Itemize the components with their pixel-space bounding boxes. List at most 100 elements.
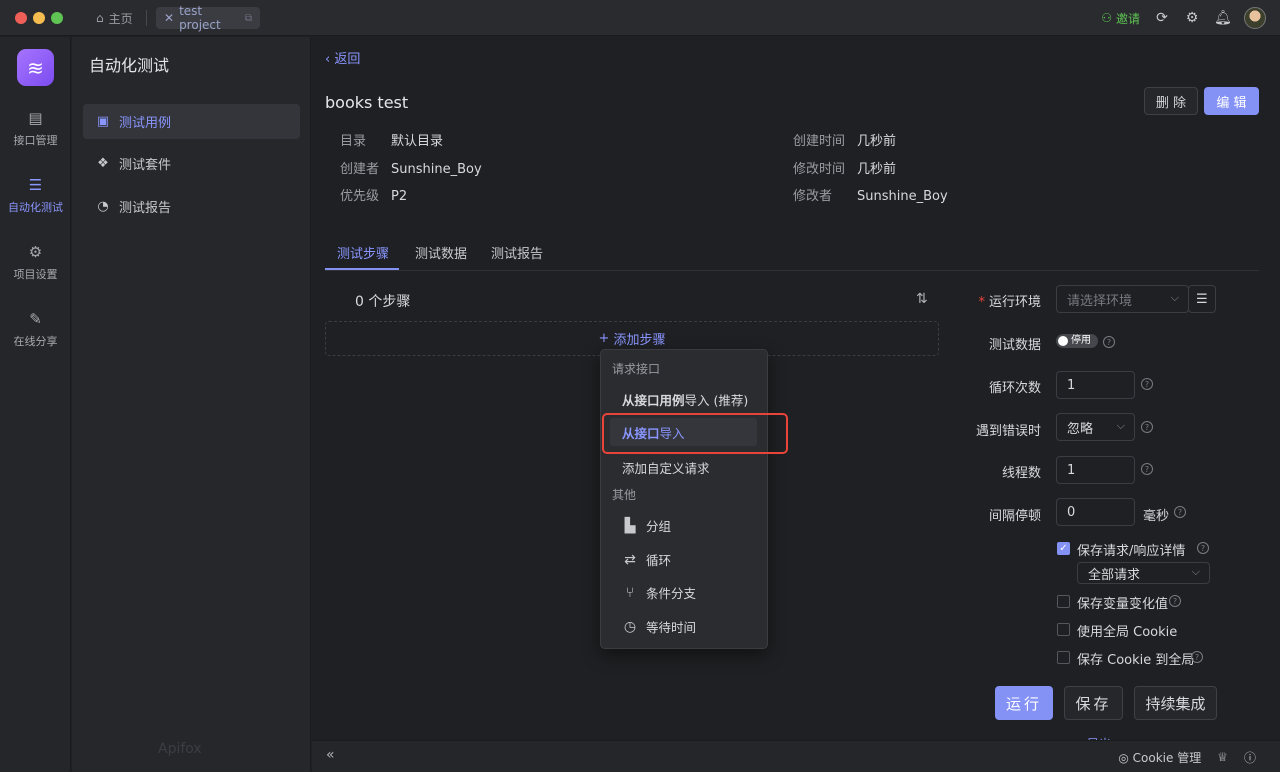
save-button[interactable]: 保存	[1064, 686, 1123, 720]
loop-label: 循环次数	[988, 381, 1041, 396]
env-select-value: 请选择环境	[1067, 293, 1133, 309]
menu-icon: ☰	[1196, 291, 1208, 307]
global-cookie-checkbox[interactable]	[1057, 623, 1070, 636]
minimize-window-button[interactable]	[33, 12, 45, 24]
test-data-toggle[interactable]: 停用	[1056, 334, 1098, 348]
maximize-window-button[interactable]	[51, 12, 63, 24]
menu-item-group[interactable]: ▙ 分组	[622, 516, 671, 535]
sync-icon[interactable]: ⟳	[1154, 10, 1170, 26]
menu-group-request: 请求接口	[612, 362, 661, 376]
help-icon[interactable]: ?	[1141, 463, 1153, 475]
sidebar-item-test-cases[interactable]: ▣ 测试用例	[83, 104, 300, 139]
shirt-icon[interactable]: ♕	[1217, 750, 1228, 764]
save-var-label: 保存变量变化值	[1077, 597, 1169, 612]
ci-button[interactable]: 持续集成	[1134, 686, 1217, 720]
help-icon[interactable]: ?	[1141, 378, 1153, 390]
sidebar-title: 自动化测试	[89, 56, 170, 75]
error-label: 遇到错误时	[975, 424, 1041, 439]
env-select[interactable]: 请选择环境 ⌵	[1056, 285, 1189, 313]
rail-item-project-settings[interactable]: ⚙ 项目设置	[0, 243, 71, 282]
tab-home[interactable]: ⌂ 主页	[88, 7, 141, 29]
close-window-button[interactable]	[15, 12, 27, 24]
sidebar-item-label: 测试套件	[119, 158, 172, 173]
gear-icon[interactable]: ⚙	[1184, 10, 1200, 26]
rail-item-automation[interactable]: ☰ 自动化测试	[0, 176, 71, 215]
menu-item-import-from-case[interactable]: 从接口用例导入 (推荐)	[622, 390, 748, 409]
menu-item-condition[interactable]: ⑂ 条件分支	[622, 583, 696, 602]
chevron-left-icon: ‹	[325, 52, 335, 67]
save-detail-checkbox[interactable]: ✓	[1057, 542, 1070, 555]
error-handling-select[interactable]: 忽略 ⌵	[1056, 413, 1135, 441]
steps-count: 0 个步骤	[355, 294, 411, 310]
help-circle-icon[interactable]: ⓘ	[1244, 749, 1256, 766]
edit-button[interactable]: 编 辑	[1204, 87, 1259, 115]
help-icon[interactable]: ?	[1191, 651, 1203, 663]
cookie-manager-button[interactable]: ◎ Cookie 管理	[1118, 749, 1201, 766]
chevron-down-icon: ⌵	[1191, 565, 1200, 578]
meta-key: 目录	[340, 134, 367, 149]
save-detail-select[interactable]: 全部请求 ⌵	[1077, 562, 1210, 584]
help-icon[interactable]: ?	[1169, 595, 1181, 607]
api-icon: ▤	[28, 109, 43, 127]
menu-item-loop[interactable]: ⇄ 循环	[622, 550, 671, 569]
save-var-checkbox[interactable]	[1057, 595, 1070, 608]
save-cookie-checkbox[interactable]	[1057, 651, 1070, 664]
interval-unit: 毫秒	[1143, 509, 1170, 524]
meta-creator: 创建者 Sunshine_Boy	[340, 158, 482, 177]
rail-item-label: 在线分享	[13, 335, 58, 348]
menu-item-text: 等待时间	[646, 620, 697, 635]
invite-button[interactable]: ⚇ 邀请	[1101, 10, 1140, 27]
page-title: books test	[325, 93, 409, 112]
avatar[interactable]	[1244, 7, 1266, 29]
save-detail-label: 保存请求/响应详情	[1077, 544, 1186, 559]
meta-value: Sunshine_Boy	[391, 162, 482, 177]
pie-chart-icon: ◔	[97, 199, 109, 214]
help-icon[interactable]: ?	[1197, 542, 1209, 554]
active-tab-indicator	[325, 268, 399, 270]
external-link-icon[interactable]: ⧉	[245, 13, 252, 24]
interval-input[interactable]: 0	[1056, 498, 1135, 526]
app-logo-icon[interactable]: ≋	[17, 49, 54, 86]
chevron-down-icon: ⌵	[1170, 291, 1179, 304]
tab-test-reports[interactable]: 测试报告	[491, 243, 543, 262]
run-button[interactable]: 运行	[995, 686, 1053, 720]
menu-item-custom-request[interactable]: 添加自定义请求	[622, 458, 710, 477]
menu-item-wait[interactable]: ◷ 等待时间	[622, 617, 696, 636]
tab-test-steps[interactable]: 测试步骤	[337, 243, 389, 262]
help-icon[interactable]: ?	[1103, 336, 1115, 348]
interval-value: 0	[1067, 504, 1076, 520]
threads-label: 线程数	[1001, 466, 1041, 481]
sidebar-item-test-reports[interactable]: ◔ 测试报告	[83, 189, 300, 224]
error-handling-value: 忽略	[1067, 421, 1094, 437]
home-icon: ⌂	[96, 11, 104, 25]
close-tab-icon[interactable]: ✕	[164, 11, 174, 25]
back-link[interactable]: ‹ 返回	[325, 48, 360, 67]
loop-count-value: 1	[1067, 377, 1076, 393]
threads-input[interactable]: 1	[1056, 456, 1135, 484]
bottom-bar: « ◎ Cookie 管理 ♕ ⓘ	[312, 740, 1280, 772]
tab-home-label: 主页	[108, 11, 133, 26]
rail-item-label: 自动化测试	[8, 201, 63, 214]
rail-item-api[interactable]: ▤ 接口管理	[0, 109, 71, 148]
delete-button[interactable]: 删 除	[1144, 87, 1198, 115]
meta-key: 修改时间	[793, 162, 846, 177]
tab-bar: 测试步骤 测试数据 测试报告	[325, 229, 1259, 271]
interval-label: 间隔停顿	[988, 509, 1041, 524]
loop-count-input[interactable]: 1	[1056, 371, 1135, 399]
rail-item-share[interactable]: ✎ 在线分享	[0, 310, 71, 349]
help-icon[interactable]: ?	[1141, 421, 1153, 433]
sort-icon[interactable]: ⇅	[916, 291, 928, 307]
collapse-sidebar-icon[interactable]: «	[326, 747, 335, 763]
meta-value: P2	[391, 189, 408, 204]
meta-value: 默认目录	[391, 134, 444, 149]
loop-icon: ⇄	[624, 551, 636, 568]
tab-project[interactable]: ✕ test project ⧉	[156, 4, 260, 32]
cookie-icon: ◎	[1118, 750, 1129, 765]
env-manage-button[interactable]: ☰	[1188, 285, 1216, 313]
sidebar-item-test-suites[interactable]: ❖ 测试套件	[83, 146, 300, 181]
tab-test-data[interactable]: 测试数据	[415, 243, 467, 262]
help-icon[interactable]: ?	[1174, 506, 1186, 518]
bell-icon[interactable]: 🔔︎	[1214, 10, 1232, 26]
title-bar: ⌂ 主页 ✕ test project ⧉ ⚇ 邀请 ⟳ ⚙ 🔔︎	[0, 0, 1280, 36]
plus-icon: +	[598, 331, 610, 346]
